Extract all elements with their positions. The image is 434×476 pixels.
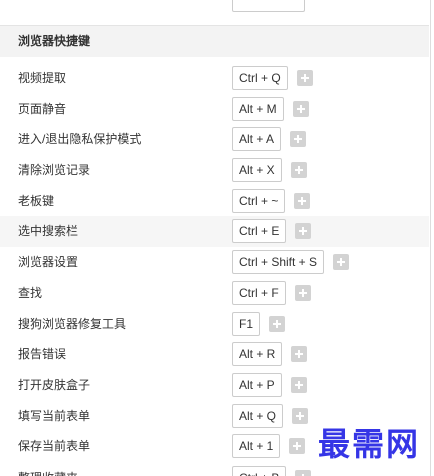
shortcut-key-field[interactable]: Ctrl + F [232,280,286,305]
plus-icon [292,408,308,424]
shortcut-label: 打开皮肤盒子 [18,377,91,392]
add-shortcut-button[interactable] [292,100,309,117]
section-header: 浏览器快捷键 [0,26,429,57]
shortcut-label: 清除浏览记录 [18,163,91,178]
shortcut-row-privacy-mode: 进入/退出隐私保护模式 Alt + A [0,124,429,155]
shortcut-key-field[interactable]: Ctrl + Shift + S [232,250,325,275]
shortcut-label: 保存当前表单 [18,439,91,454]
shortcut-row-organize-favorites: 整理收藏夹 Ctrl + B [0,465,429,476]
shortcut-label: 整理收藏夹 [18,465,78,476]
shortcut-label: 搜狗浏览器修复工具 [18,316,127,331]
plus-icon [295,285,311,301]
shortcut-key-field[interactable]: Ctrl + ~ [232,188,286,213]
shortcut-key-field[interactable]: Alt + M [232,96,284,121]
shortcut-key-field[interactable]: Alt + 1 [232,434,281,459]
shortcut-key-group: Alt + 1 [232,434,306,459]
shortcut-row-video-extract: 视频提取 Ctrl + Q [0,63,429,94]
add-shortcut-button[interactable] [295,223,312,240]
plus-icon [333,254,349,270]
shortcut-label: 进入/退出隐私保护模式 [18,132,142,147]
shortcut-key-group: Alt + R [232,342,308,367]
shortcut-key-group: Ctrl + Shift + S [232,250,350,275]
shortcut-key-group: Alt + X [232,158,307,183]
plus-icon [297,70,313,86]
add-shortcut-button[interactable] [290,162,307,179]
watermark-text: 最需网 [318,426,421,462]
shortcut-key-field[interactable]: Alt + X [232,158,282,183]
add-shortcut-button[interactable] [290,131,307,148]
shortcut-label: 老板键 [18,193,55,208]
shortcut-label: 视频提取 [18,71,67,85]
partial-input-field[interactable] [232,0,305,12]
plus-icon [291,377,307,393]
add-shortcut-button[interactable] [333,254,350,271]
plus-icon [295,223,311,239]
add-shortcut-button[interactable] [294,192,311,209]
add-shortcut-button[interactable] [291,346,308,363]
shortcut-key-group: Ctrl + F [232,280,311,305]
plus-icon [289,438,305,454]
shortcut-row-mute-page: 页面静音 Alt + M [0,94,429,125]
shortcut-label: 填写当前表单 [18,408,91,423]
shortcut-label: 浏览器设置 [18,255,79,270]
plus-icon [290,131,306,147]
shortcut-key-field[interactable]: Ctrl + Q [232,66,288,90]
shortcut-row-select-search-bar: 选中搜索栏 Ctrl + E [0,216,429,248]
shortcut-key-field[interactable]: Alt + P [232,372,282,397]
shortcut-key-group: Alt + A [232,127,307,152]
shortcut-row-browser-settings: 浏览器设置 Ctrl + Shift + S [0,247,429,278]
shortcut-row-find: 查找 Ctrl + F [0,278,429,309]
shortcut-key-group: Alt + Q [232,403,309,428]
add-shortcut-button[interactable] [294,284,311,301]
section-title: 浏览器快捷键 [18,34,91,48]
add-shortcut-button[interactable] [289,438,306,455]
shortcut-key-group: Ctrl + B [232,466,312,476]
plus-icon [294,193,310,209]
shortcut-key-group: Ctrl + E [232,219,312,244]
shortcut-row-repair-tool: 搜狗浏览器修复工具 F1 [0,309,429,340]
shortcut-key-group: F1 [232,311,286,336]
shortcut-label: 查找 [18,285,43,300]
shortcut-list: 视频提取 Ctrl + Q 页面静音 Alt + M 进入/退出隐私保护模式 A… [0,63,429,462]
shortcut-key-group: Alt + M [232,96,309,121]
add-shortcut-button[interactable] [296,70,313,86]
plus-icon [291,162,307,178]
panel-border [430,0,431,476]
shortcut-key-group: Ctrl + ~ [232,188,311,213]
shortcut-key-group: Alt + P [232,372,307,397]
shortcut-key-field[interactable]: Ctrl + E [232,219,287,244]
add-shortcut-button[interactable] [269,315,286,332]
shortcut-key-field[interactable]: Ctrl + B [232,466,287,476]
shortcut-key-field[interactable]: Alt + A [232,127,282,152]
shortcut-row-skin-box: 打开皮肤盒子 Alt + P [0,370,429,401]
shortcut-key-field[interactable]: Alt + Q [232,403,284,428]
shortcut-label: 页面静音 [18,101,67,116]
shortcut-row-boss-key: 老板键 Ctrl + ~ [0,186,429,217]
shortcut-label: 报告错误 [18,347,67,362]
shortcut-key-field[interactable]: F1 [232,311,261,336]
shortcut-key-field[interactable]: Alt + R [232,342,283,367]
add-shortcut-button[interactable] [292,407,309,424]
plus-icon [291,346,307,362]
shortcut-row-clear-history: 清除浏览记录 Alt + X [0,155,429,186]
add-shortcut-button[interactable] [295,470,312,476]
plus-icon [269,316,285,332]
shortcut-row-report-error: 报告错误 Alt + R [0,339,429,370]
plus-icon [293,101,309,117]
plus-icon [295,470,311,476]
add-shortcut-button[interactable] [290,376,307,393]
shortcut-key-group: Ctrl + Q [232,66,313,90]
shortcut-label: 选中搜索栏 [18,224,79,239]
